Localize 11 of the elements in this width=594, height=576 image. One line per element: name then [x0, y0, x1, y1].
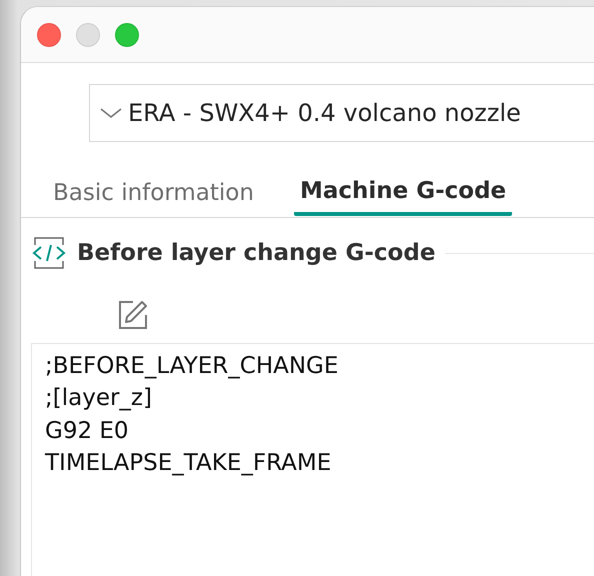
close-button[interactable]: [37, 22, 61, 46]
tab[interactable]: Machine G-code: [294, 170, 512, 216]
tab[interactable]: Basic information: [53, 170, 254, 216]
preset-dropdown[interactable]: ERA - SWX4+ 0.4 volcano nozzle: [89, 84, 594, 142]
code-icon: [31, 236, 67, 270]
section-title: Before layer change G-code: [77, 239, 436, 268]
chevron-down-icon: [100, 107, 122, 119]
gcode-editor[interactable]: ;BEFORE_LAYER_CHANGE ;[layer_z] G92 E0 TIMELAPSE_TAKE_FRAME: [31, 342, 594, 576]
edit-icon[interactable]: [117, 298, 149, 330]
preset-name: ERA - SWX4+ 0.4 volcano nozzle: [128, 98, 521, 129]
zoom-button[interactable]: [115, 22, 139, 46]
